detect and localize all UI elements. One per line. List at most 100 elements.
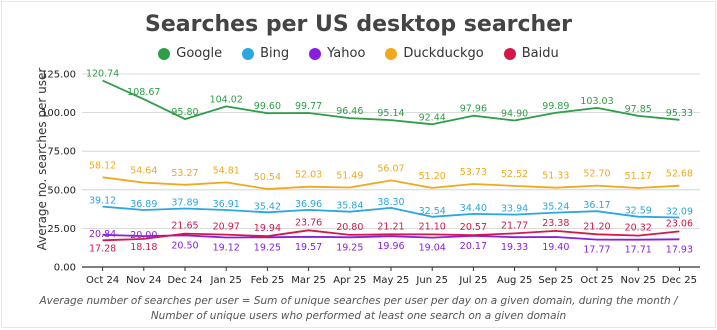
data-label-bing: 35.42 [254,201,281,212]
data-label-bing: 38.30 [377,197,404,208]
data-label-google: 97.96 [460,104,487,115]
data-label-baidu: 23.76 [295,217,322,228]
data-label-yahoo: 17.71 [625,245,652,256]
x-tick-label: Aug 25 [497,275,532,286]
data-label-duckduckgo: 52.03 [295,170,322,181]
data-label-baidu: 20.97 [213,222,240,233]
data-label-bing: 35.24 [542,202,569,213]
data-label-duckduckgo: 51.49 [336,170,363,181]
data-label-baidu: 21.77 [501,220,528,231]
x-tick-label: Jul 25 [458,275,487,286]
data-label-google: 99.77 [295,101,322,112]
data-label-baidu: 23.06 [666,218,693,229]
data-label-duckduckgo: 52.70 [583,169,610,180]
series-line-yahoo [102,233,680,241]
data-label-baidu: 21.10 [419,221,446,232]
data-label-bing: 32.54 [419,206,446,217]
data-label-google: 92.44 [419,112,446,123]
x-tick-label: Nov 24 [126,275,161,286]
x-tick-label: Nov 25 [620,275,655,286]
x-tick-label: Feb 25 [251,275,285,286]
data-label-duckduckgo: 54.64 [130,166,157,177]
data-label-bing: 36.91 [213,199,240,210]
data-label-yahoo: 19.25 [254,242,281,253]
y-tick-label: 100.00 [41,108,76,119]
y-tick-label: 0.00 [54,263,76,274]
x-tick-label: May 25 [373,275,410,286]
x-tick-label: Dec 24 [167,275,202,286]
data-label-baidu: 21.21 [377,221,404,232]
data-label-baidu: 20.32 [625,223,652,234]
data-label-bing: 36.17 [583,200,610,211]
data-label-google: 95.80 [171,107,198,118]
data-label-duckduckgo: 56.07 [377,163,404,174]
x-tick-label: Jan 25 [210,275,242,286]
data-label-bing: 32.09 [666,206,693,217]
data-label-bing: 36.89 [130,199,157,210]
footnote-line-2: Number of unique users who performed at … [150,310,567,322]
data-label-duckduckgo: 51.17 [625,171,652,182]
x-tick-label: Mar 25 [291,275,326,286]
x-tick-label: Oct 24 [86,275,119,286]
chart-frame: Searches per US desktop searcher Google … [1,1,716,328]
data-label-duckduckgo: 50.54 [254,172,281,183]
data-label-google: 99.89 [542,101,569,112]
data-label-yahoo: 19.96 [377,241,404,252]
data-label-duckduckgo: 51.20 [419,171,446,182]
y-tick-label: 125.00 [41,70,76,81]
data-label-duckduckgo: 51.33 [542,171,569,182]
data-label-baidu: 21.65 [171,221,198,232]
data-label-yahoo: 17.93 [666,244,693,255]
data-label-bing: 35.84 [336,201,363,212]
x-tick-label: Apr 25 [333,275,366,286]
data-label-duckduckgo: 54.81 [213,165,240,176]
data-label-bing: 37.89 [171,197,198,208]
data-label-yahoo: 19.04 [419,243,446,254]
x-tick-label: Oct 25 [580,275,613,286]
data-label-duckduckgo: 58.12 [89,160,116,171]
data-label-baidu: 20.80 [336,222,363,233]
data-label-baidu: 21.20 [583,221,610,232]
data-label-google: 104.02 [210,94,243,105]
y-tick-label: 25.00 [47,224,76,235]
data-label-yahoo: 20.17 [460,241,487,252]
data-label-google: 96.46 [336,106,363,117]
data-label-duckduckgo: 53.27 [171,168,198,179]
data-label-bing: 33.94 [501,204,528,215]
y-tick-label: 75.00 [47,147,76,158]
data-label-google: 95.14 [377,108,404,119]
data-label-duckduckgo: 53.73 [460,167,487,178]
data-label-google: 99.60 [254,101,281,112]
plot-area: 0.00 25.00 50.00 75.00 100.00 125.00 Oct 24 Nov… [41,69,700,286]
x-tick-label: Sep 25 [538,275,573,286]
data-label-yahoo: 19.25 [336,242,363,253]
data-label-google: 94.90 [501,108,528,119]
data-label-bing: 34.40 [460,203,487,214]
data-label-yahoo: 19.40 [542,242,569,253]
footnote: Average number of searches per user = Su… [22,294,695,324]
data-label-baidu: 19.94 [254,223,281,234]
data-label-yahoo: 19.33 [501,242,528,253]
data-label-google: 120.74 [86,69,119,80]
data-label-yahoo: 19.57 [295,242,322,253]
data-label-duckduckgo: 52.68 [666,169,693,180]
data-label-bing: 36.96 [295,199,322,210]
data-label-yahoo: 17.77 [583,245,610,256]
data-label-bing: 39.12 [89,196,116,207]
data-label-bing: 32.59 [625,206,652,217]
data-label-google: 95.33 [666,108,693,119]
data-label-baidu: 20.57 [460,222,487,233]
data-label-google: 108.67 [127,87,160,98]
data-label-baidu: 17.28 [89,243,116,254]
data-label-yahoo: 20.50 [171,240,198,251]
data-label-baidu: 23.38 [542,218,569,229]
footnote-line-1: Average number of searches per user = Su… [39,295,678,307]
x-tick-label: Jun 25 [415,275,448,286]
x-tick-label: Dec 25 [662,275,697,286]
data-label-google: 103.03 [580,96,613,107]
data-label-google: 97.85 [625,104,652,115]
data-label-yahoo: 20.84 [89,229,116,240]
data-label-yahoo: 19.12 [213,242,240,253]
data-label-baidu: 18.18 [130,242,157,253]
data-label-duckduckgo: 52.52 [501,169,528,180]
